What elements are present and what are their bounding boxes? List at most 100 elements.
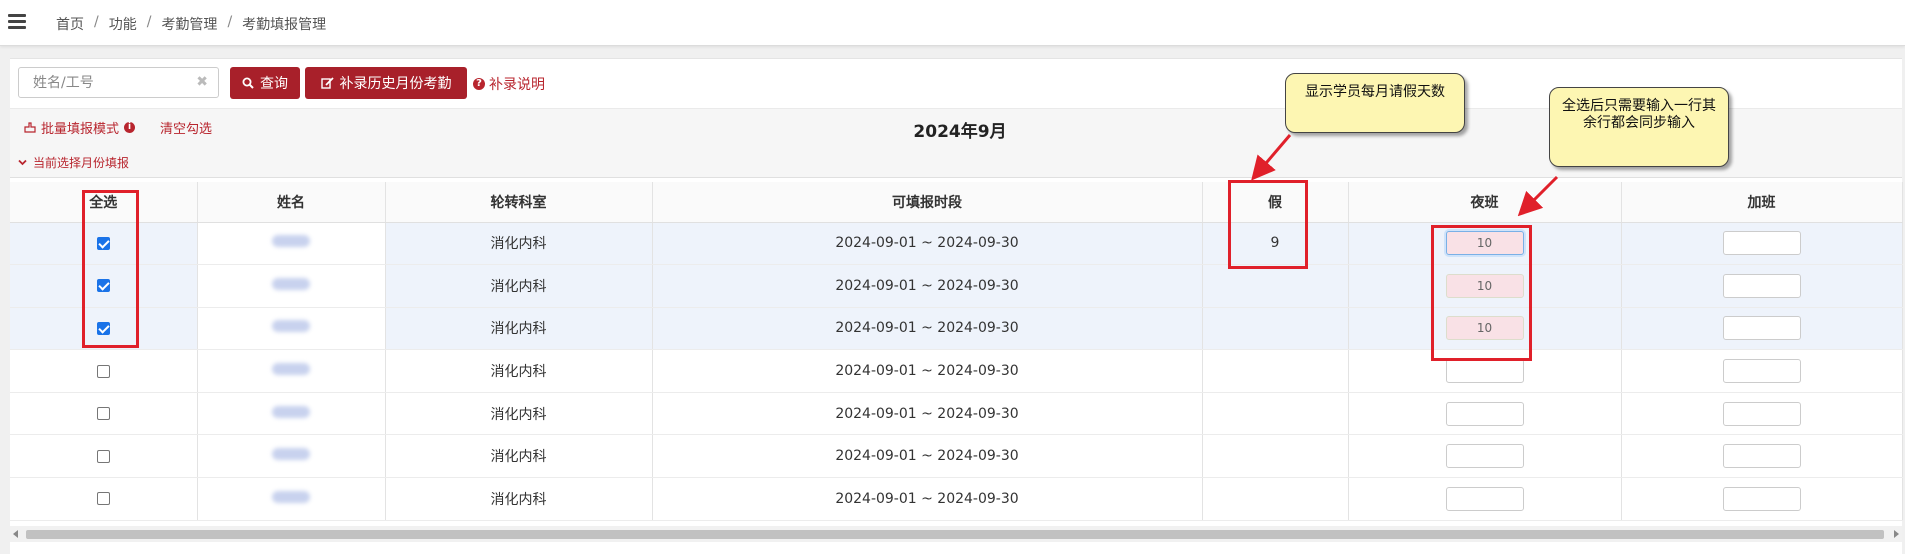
overtime-input[interactable] (1722, 444, 1801, 469)
blurred-name (272, 320, 310, 333)
overtime-input[interactable] (1722, 401, 1801, 426)
period-cell: 2024-09-01 ~ 2024-09-30 (652, 477, 1203, 521)
night-shift-cell (1348, 477, 1622, 521)
blurred-name (272, 448, 310, 461)
department-cell: 消化内科 (385, 349, 653, 393)
table-row: 消化内科 2024-09-01 ~ 2024-09-30 (10, 477, 1903, 521)
query-button-label: 查询 (260, 76, 288, 92)
clear-selection-link[interactable]: 清空勾选 (160, 118, 212, 137)
night-shift-cell (1348, 392, 1622, 436)
blurred-name (272, 277, 310, 290)
leave-highlight-box (1228, 180, 1308, 269)
blurred-name (272, 490, 310, 503)
row-checkbox[interactable] (96, 407, 110, 421)
table-row: 消化内科 2024-09-01 ~ 2024-09-30 10 (10, 264, 1903, 308)
overtime-cell (1621, 222, 1903, 266)
period-cell: 2024-09-01 ~ 2024-09-30 (652, 222, 1203, 266)
batch-mode-link[interactable]: 批量填报模式 i (24, 118, 136, 137)
name-cell (197, 477, 386, 521)
hamburger-menu-icon[interactable] (8, 14, 26, 30)
search-box: ✖ (18, 67, 219, 98)
table-row: 消化内科 2024-09-01 ~ 2024-09-30 10 (10, 307, 1903, 351)
overtime-header: 加班 (1621, 182, 1903, 223)
month-title: 2024年9月 (913, 122, 1007, 142)
department-cell: 消化内科 (385, 392, 653, 436)
night-shift-input[interactable] (1445, 359, 1524, 384)
period-cell: 2024-09-01 ~ 2024-09-30 (652, 434, 1203, 479)
row-select-cell (10, 392, 198, 436)
row-select-cell (10, 434, 198, 479)
blurred-name (272, 235, 310, 248)
table-row: 消化内科 2024-09-01 ~ 2024-09-30 (10, 392, 1903, 436)
search-icon (242, 77, 254, 89)
breadcrumb-function[interactable]: 功能 (109, 14, 137, 34)
breadcrumb: 首页 / 功能 / 考勤管理 / 考勤填报管理 (56, 14, 326, 34)
help-link[interactable]: ? 补录说明 (473, 74, 545, 94)
overtime-cell (1621, 264, 1903, 308)
breadcrumb-separator: / (94, 14, 99, 30)
overtime-cell (1621, 349, 1903, 393)
overtime-cell (1621, 477, 1903, 521)
night-shift-highlight-box (1431, 225, 1532, 361)
overtime-input[interactable] (1722, 273, 1801, 298)
row-select-cell (10, 349, 198, 393)
history-attendance-button[interactable]: 补录历史月份考勤 (305, 67, 467, 99)
scroll-right-icon[interactable] (1894, 530, 1899, 538)
overtime-input[interactable] (1722, 231, 1801, 256)
question-circle-icon: ? (473, 78, 485, 90)
night-shift-input[interactable] (1445, 401, 1524, 426)
attendance-table: 全选 姓名 轮转科室 可填报时段 假 夜班 加班 消化内科 2024-09-01 … (10, 182, 1903, 521)
name-cell (197, 349, 386, 393)
leave-cell (1202, 392, 1349, 436)
leave-cell (1202, 307, 1349, 351)
breadcrumb-attendance[interactable]: 考勤管理 (161, 14, 217, 34)
breadcrumb-separator: / (227, 14, 233, 30)
breadcrumb-home[interactable]: 首页 (56, 14, 84, 34)
row-checkbox[interactable] (96, 492, 110, 506)
name-cell (197, 434, 386, 479)
batch-mode-label: 批量填报模式 (41, 122, 120, 137)
table-row: 消化内科 2024-09-01 ~ 2024-09-30 (10, 434, 1903, 479)
period-cell: 2024-09-01 ~ 2024-09-30 (652, 392, 1203, 436)
checkbox-highlight-box (82, 190, 139, 348)
search-input[interactable] (31, 68, 195, 98)
hand-pointer-icon (24, 122, 36, 133)
leave-callout: 显示学员每月请假天数 (1285, 73, 1465, 133)
top-bar: 首页 / 功能 / 考勤管理 / 考勤填报管理 (0, 0, 1905, 46)
edit-icon (320, 77, 334, 89)
name-cell (197, 222, 386, 266)
row-checkbox[interactable] (96, 449, 110, 463)
month-section-label: 当前选择月份填报 (33, 156, 130, 170)
overtime-input[interactable] (1722, 486, 1801, 511)
chevron-down-icon (18, 159, 27, 166)
row-checkbox[interactable] (96, 364, 110, 378)
month-section-toggle[interactable]: 当前选择月份填报 (18, 154, 129, 171)
table-row: 消化内科 2024-09-01 ~ 2024-09-30 9 10 (10, 222, 1903, 266)
query-button[interactable]: 查询 (230, 67, 300, 99)
clear-search-icon[interactable]: ✖ (196, 74, 208, 90)
night-shift-header: 夜班 (1348, 182, 1622, 223)
period-cell: 2024-09-01 ~ 2024-09-30 (652, 264, 1203, 308)
horizontal-scrollbar[interactable] (10, 526, 1902, 542)
overtime-cell (1621, 307, 1903, 351)
scroll-left-icon[interactable] (13, 530, 18, 538)
department-header: 轮转科室 (385, 182, 653, 223)
scrollbar-thumb[interactable] (26, 530, 1884, 539)
night-shift-input[interactable] (1445, 444, 1524, 469)
period-cell: 2024-09-01 ~ 2024-09-30 (652, 349, 1203, 393)
leave-cell (1202, 434, 1349, 479)
overtime-cell (1621, 434, 1903, 479)
leave-cell (1202, 264, 1349, 308)
overtime-input[interactable] (1722, 359, 1801, 384)
night-shift-cell (1348, 434, 1622, 479)
sync-callout: 全选后只需要输入一行其余行都会同步输入 (1549, 87, 1729, 167)
name-header: 姓名 (197, 182, 386, 223)
info-circle-icon[interactable]: i (124, 122, 136, 133)
night-shift-input[interactable] (1445, 486, 1524, 511)
period-header: 可填报时段 (652, 182, 1203, 223)
department-cell: 消化内科 (385, 307, 653, 351)
overtime-input[interactable] (1722, 316, 1801, 341)
table-row: 消化内科 2024-09-01 ~ 2024-09-30 (10, 349, 1903, 393)
help-link-label: 补录说明 (489, 77, 545, 93)
row-select-cell (10, 477, 198, 521)
